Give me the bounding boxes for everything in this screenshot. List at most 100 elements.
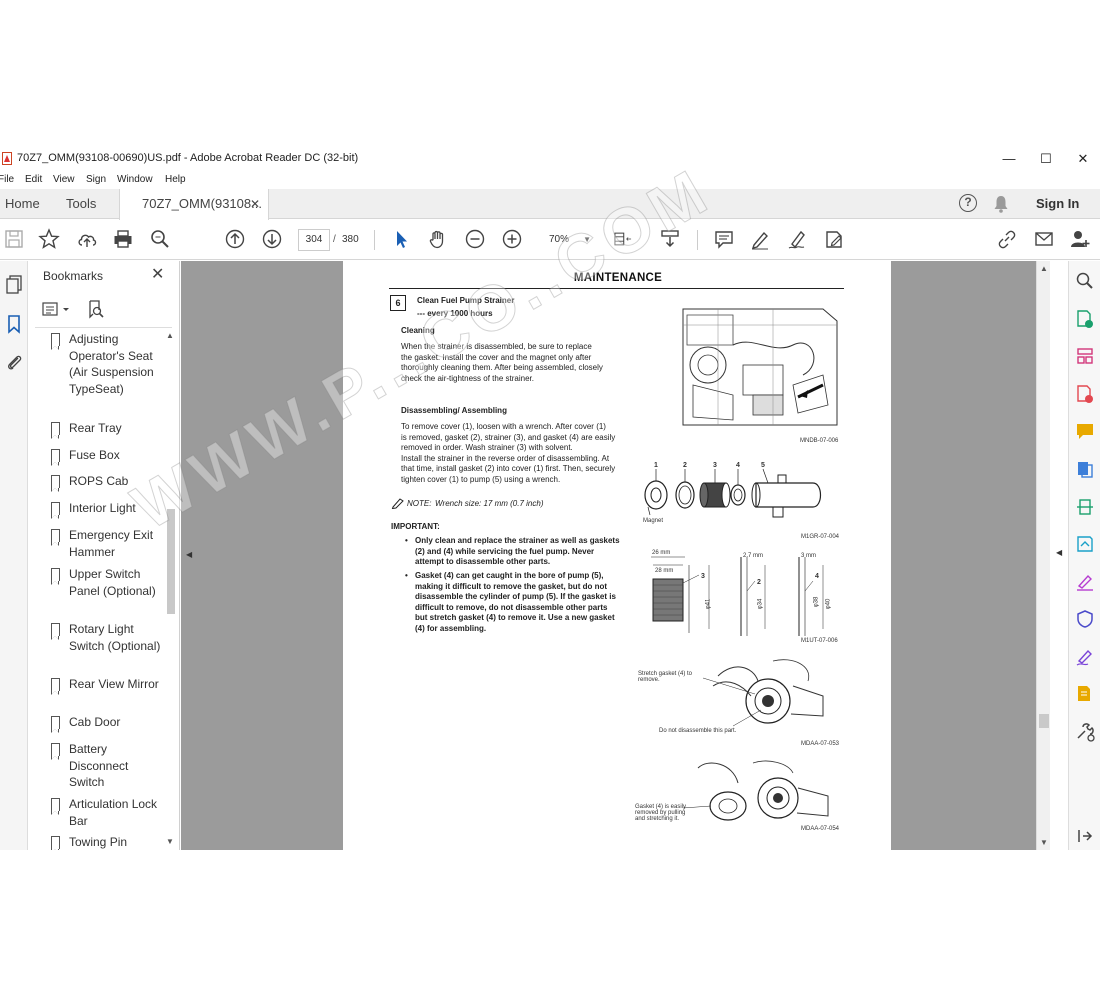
cloud-upload-icon[interactable] [76, 228, 98, 250]
close-window-button[interactable]: ✕ [1064, 148, 1100, 170]
disassembling-line: tighten cover (1) to pump (5) using a wr… [401, 475, 561, 484]
combine-files-icon[interactable] [1075, 459, 1095, 479]
highlight-pen-icon[interactable] [749, 228, 771, 250]
part-number: 3 [701, 573, 705, 580]
scroll-down-icon[interactable]: ▼ [166, 837, 174, 846]
menu-edit[interactable]: Edit [25, 174, 42, 185]
tab-home[interactable]: Home [5, 189, 40, 219]
bookmark-item[interactable]: Rear View Mirror [51, 676, 161, 695]
scroll-down-icon[interactable]: ▼ [1040, 838, 1048, 847]
bookmark-item[interactable]: Rotary Light Switch (Optional) [51, 621, 161, 654]
bookmark-label: ROPS Cab [69, 474, 129, 488]
hand-tool-icon[interactable] [427, 228, 449, 250]
bookmark-item[interactable]: Rear Tray [51, 420, 161, 439]
save-icon[interactable] [3, 228, 25, 250]
comment-icon[interactable] [713, 228, 735, 250]
maximize-button[interactable]: ☐ [1027, 148, 1065, 170]
bookmark-icon [51, 568, 60, 585]
sign-pen-icon[interactable] [786, 228, 808, 250]
zoom-in-icon[interactable] [501, 228, 523, 250]
part-number: 3 [713, 462, 717, 469]
menu-help[interactable]: Help [165, 174, 186, 185]
page-number-input[interactable]: 304 [298, 229, 330, 251]
close-bookmarks-icon[interactable]: ✕ [151, 264, 164, 284]
tab-tools[interactable]: Tools [66, 189, 96, 219]
important-line: difficult to remove, do not disassemble … [415, 602, 608, 612]
page-thumbnails-icon[interactable] [3, 273, 25, 295]
tab-document[interactable]: 70Z7_OMM(93108... ✕ [119, 189, 269, 220]
star-icon[interactable] [38, 228, 60, 250]
zoom-select[interactable]: 70% ▼ [537, 229, 595, 251]
expand-pane-icon[interactable] [1075, 826, 1095, 846]
send-for-review-icon[interactable] [1075, 534, 1095, 554]
figure-note: Do not disassemble this part. [659, 728, 737, 734]
important-line: Gasket (4) can get caught in the bore of… [415, 571, 604, 580]
organize-pages-icon[interactable] [1075, 346, 1095, 366]
part-number: 1 [654, 462, 658, 469]
bookmark-item[interactable]: Emergency Exit Hammer [51, 527, 161, 560]
collapse-left-icon[interactable]: ◀ [186, 550, 192, 559]
fill-sign-icon[interactable] [1075, 572, 1095, 592]
select-cursor-icon[interactable] [390, 228, 412, 250]
bookmark-item[interactable]: Fuse Box [51, 447, 161, 466]
menu-window[interactable]: Window [117, 174, 153, 185]
share-link-icon[interactable] [996, 228, 1018, 250]
search-icon[interactable] [149, 228, 171, 250]
find-bookmark-icon[interactable] [87, 299, 107, 319]
minimize-button[interactable]: — [990, 148, 1028, 170]
bookmark-item[interactable]: Cab Door [51, 714, 161, 733]
email-icon[interactable] [1033, 228, 1055, 250]
bookmark-item[interactable]: Interior Light [51, 500, 161, 519]
help-icon[interactable]: ? [959, 194, 977, 212]
customize-tools-icon[interactable] [1075, 722, 1095, 742]
add-user-icon[interactable] [1069, 228, 1091, 250]
protect-shield-icon[interactable] [1075, 609, 1095, 629]
close-tab-icon[interactable]: ✕ [250, 189, 260, 219]
bookmarks-panel: Bookmarks ✕ Adjusting Operator's Seat (A… [29, 261, 180, 850]
scroll-up-icon[interactable]: ▲ [1040, 264, 1048, 273]
menu-sign[interactable]: Sign [86, 174, 106, 185]
more-tools-doc-icon[interactable] [1075, 684, 1095, 704]
bookmark-item[interactable]: Battery Disconnect Switch [51, 741, 161, 791]
bookmark-item[interactable]: Adjusting Operator's Seat (Air Suspensio… [51, 331, 161, 397]
part-number: 4 [815, 573, 819, 580]
create-pdf-icon[interactable] [1075, 384, 1095, 404]
compress-pdf-icon[interactable] [1075, 497, 1095, 517]
bookmark-options-icon[interactable] [41, 299, 75, 319]
menu-view[interactable]: View [53, 174, 75, 185]
bookmark-icon [51, 449, 60, 466]
export-pdf-icon[interactable] [1075, 309, 1095, 329]
bell-icon[interactable] [993, 195, 1009, 213]
scroll-up-icon[interactable]: ▲ [166, 331, 174, 340]
bookmarks-scrollbar[interactable]: ▲ ▼ [165, 331, 177, 850]
attachment-icon[interactable] [3, 351, 25, 373]
main-toolbar: 304 / 380 70% ▼ [0, 220, 1100, 260]
menu-file[interactable]: File [0, 174, 14, 185]
page-fit-icon[interactable] [612, 228, 642, 250]
bookmark-label: Rotary Light Switch (Optional) [69, 622, 161, 653]
pdf-page: MAINTENANCE 6 Clean Fuel Pump Strainer -… [343, 261, 891, 850]
zoom-out-icon[interactable] [464, 228, 486, 250]
edit-tools-icon[interactable] [823, 228, 845, 250]
request-signature-icon[interactable] [1075, 647, 1095, 667]
document-viewport[interactable]: MAINTENANCE 6 Clean Fuel Pump Strainer -… [181, 261, 1036, 850]
previous-page-icon[interactable] [224, 228, 246, 250]
bookmark-item[interactable]: Upper Switch Panel (Optional) [51, 566, 161, 599]
print-icon[interactable] [112, 228, 134, 250]
document-scrollbar[interactable]: ▲ ▼ [1036, 261, 1050, 850]
comment-tool-icon[interactable] [1075, 421, 1095, 441]
sign-in-button[interactable]: Sign In [1036, 189, 1079, 219]
scroll-mode-icon[interactable] [659, 228, 681, 250]
zoom-search-icon[interactable] [1075, 271, 1095, 291]
collapse-right-icon[interactable]: ◀ [1056, 548, 1062, 557]
bookmark-item[interactable]: Articulation Lock Bar [51, 796, 161, 829]
bookmark-panel-icon[interactable] [3, 313, 25, 335]
bookmark-item[interactable]: ROPS Cab [51, 473, 161, 492]
header-rule [389, 288, 844, 289]
bookmark-item[interactable]: Towing Pin [51, 834, 161, 850]
scrollbar-thumb[interactable] [1039, 714, 1049, 728]
next-page-icon[interactable] [261, 228, 283, 250]
scrollbar-thumb[interactable] [167, 509, 175, 614]
tab-document-label: 70Z7_OMM(93108... [142, 196, 262, 211]
bookmark-label: Articulation Lock Bar [69, 797, 158, 828]
